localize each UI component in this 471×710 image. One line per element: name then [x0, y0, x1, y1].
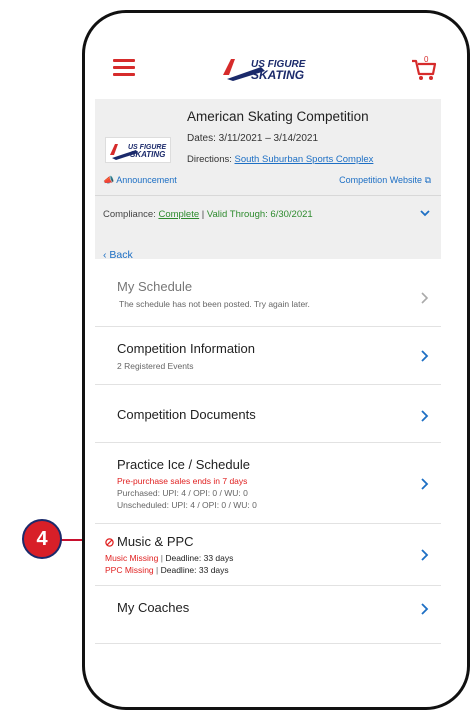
competition-website-label: Competition Website — [339, 175, 423, 185]
callout-badge: 4 — [22, 519, 62, 559]
megaphone-icon: 📣 — [103, 175, 115, 185]
row-music-ppc[interactable]: Music & PPC Music Missing | Deadline: 33… — [95, 524, 441, 586]
practice-ice-alert: Pre-purchase sales ends in 7 days — [117, 476, 248, 486]
music-missing-status: Music Missing — [105, 553, 159, 563]
competition-dates: Dates: 3/11/2021 – 3/14/2021 — [187, 133, 319, 144]
row-title: Competition Documents — [117, 407, 256, 422]
chevron-right-icon — [421, 292, 429, 304]
row-title: My Schedule — [117, 279, 193, 294]
competition-panel: US FIGURE SKATING American Skating Compe… — [95, 99, 441, 259]
cart-count: 0 — [424, 55, 429, 64]
chevron-left-icon: ‹ — [103, 249, 107, 261]
us-figure-skating-logo[interactable]: US FIGURE SKATING — [221, 53, 317, 83]
chevron-right-icon — [421, 603, 429, 615]
music-deadline: Deadline: 33 days — [165, 553, 234, 563]
back-link[interactable]: ‹ Back — [103, 249, 133, 261]
directions-label: Directions: — [187, 154, 232, 165]
chevron-right-icon — [421, 410, 429, 422]
row-practice-ice[interactable]: Practice Ice / Schedule Pre-purchase sal… — [95, 443, 441, 524]
cart-icon[interactable]: 0 — [411, 53, 437, 81]
external-link-icon: ⧉ — [424, 175, 431, 185]
row-competition-documents[interactable]: Competition Documents — [95, 385, 441, 443]
competition-logo: US FIGURE SKATING — [105, 137, 171, 163]
compliance-valid-through: Valid Through: 6/30/2021 — [206, 209, 313, 220]
practice-ice-unscheduled: Unscheduled: UPI: 4 / OPI: 0 / WU: 0 — [117, 500, 257, 510]
phone-frame: US FIGURE SKATING 0 US FIGURE SKATING Am… — [82, 10, 470, 710]
ppc-deadline: Deadline: 33 days — [160, 565, 229, 575]
chevron-right-icon — [421, 478, 429, 490]
compliance-label: Compliance: — [103, 209, 156, 220]
announcement-link[interactable]: 📣 Announcement — [103, 175, 177, 186]
directions-link[interactable]: South Suburban Sports Complex — [235, 154, 374, 165]
chevron-down-icon[interactable] — [419, 207, 431, 219]
competition-menu: My Schedule The schedule has not been po… — [95, 269, 441, 644]
divider — [95, 195, 441, 196]
compliance-complete-link[interactable]: Complete — [158, 209, 199, 220]
row-my-coaches[interactable]: My Coaches — [95, 586, 441, 644]
chevron-right-icon — [421, 350, 429, 362]
row-subtitle: 2 Registered Events — [117, 361, 194, 371]
competition-directions: Directions: South Suburban Sports Comple… — [187, 154, 373, 165]
competition-website-link[interactable]: Competition Website ⧉ — [339, 175, 431, 186]
music-status-line: Music Missing | Deadline: 33 days — [105, 553, 233, 563]
ban-icon — [105, 538, 114, 547]
svg-text:SKATING: SKATING — [130, 150, 165, 159]
announcement-label: Announcement — [116, 175, 177, 185]
music-ppc-label: Music & PPC — [117, 534, 194, 549]
compliance-status: Compliance: Complete | Valid Through: 6/… — [103, 209, 313, 220]
competition-name: American Skating Competition — [187, 109, 369, 124]
row-title: Music & PPC — [105, 534, 194, 549]
row-my-schedule[interactable]: My Schedule The schedule has not been po… — [95, 269, 441, 327]
chevron-right-icon — [421, 549, 429, 561]
row-competition-information[interactable]: Competition Information 2 Registered Eve… — [95, 327, 441, 385]
svg-text:SKATING: SKATING — [251, 68, 304, 82]
back-label: Back — [109, 249, 133, 261]
row-title: Competition Information — [117, 341, 256, 356]
app-screen: US FIGURE SKATING 0 US FIGURE SKATING Am… — [95, 13, 441, 644]
competition-logo-mark: US FIGURE SKATING — [110, 144, 166, 160]
practice-ice-purchased: Purchased: UPI: 4 / OPI: 0 / WU: 0 — [117, 488, 248, 498]
menu-icon[interactable] — [113, 59, 135, 80]
ppc-missing-status: PPC Missing — [105, 565, 154, 575]
ppc-status-line: PPC Missing | Deadline: 33 days — [105, 565, 229, 575]
row-title: Practice Ice / Schedule — [117, 457, 250, 472]
row-title: My Coaches — [117, 600, 190, 615]
row-subtitle: The schedule has not been posted. Try ag… — [119, 299, 310, 309]
